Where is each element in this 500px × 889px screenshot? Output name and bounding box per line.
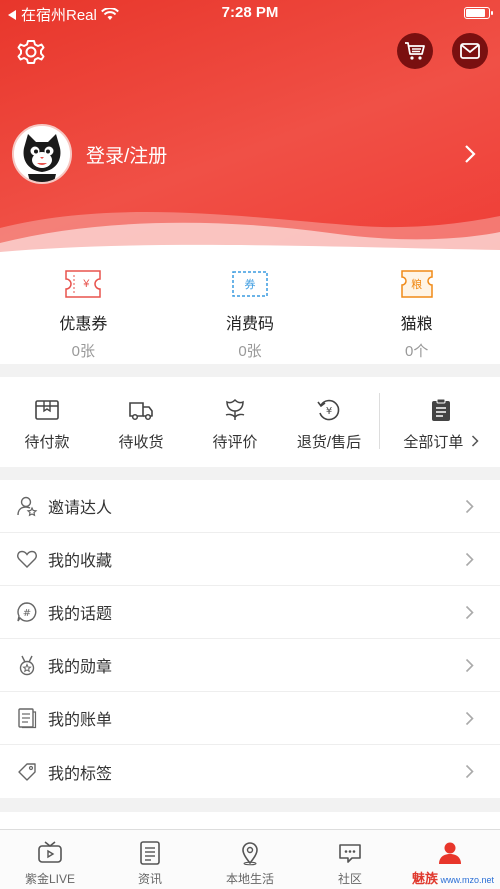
menu-list: 邀请达人 我的收藏 # 我的话题 我的勋章 我的账单 我的标签 bbox=[0, 480, 500, 798]
coupon-icon: ¥ bbox=[65, 270, 102, 298]
menu-label: 我的账单 bbox=[48, 712, 113, 729]
message-button[interactable] bbox=[452, 33, 488, 69]
menu-topics[interactable]: # 我的话题 bbox=[0, 586, 500, 639]
tab-label: 资讯 bbox=[137, 872, 162, 886]
tab-bar: 紫金LIVE 资讯 本地生活 社区 魅族 www.mzo.net bbox=[0, 829, 500, 889]
code-count: 0张 bbox=[238, 343, 262, 360]
all-orders-link[interactable]: 全部订单 bbox=[382, 377, 500, 452]
tab-news[interactable]: 资讯 bbox=[100, 830, 200, 889]
truck-icon bbox=[129, 402, 153, 421]
tab-label: 本地生活 bbox=[225, 872, 274, 886]
menu-favorites[interactable]: 我的收藏 bbox=[0, 533, 500, 586]
cat-food-icon-text: 粮 bbox=[411, 279, 423, 291]
invite-icon bbox=[17, 496, 38, 517]
flower-icon bbox=[225, 398, 245, 420]
heart-icon bbox=[17, 550, 37, 568]
tv-icon bbox=[38, 841, 62, 863]
cat-food-item[interactable]: 粮 猫粮 0个 bbox=[333, 258, 500, 364]
watermark-brand: 魅族 bbox=[411, 871, 438, 886]
login-row[interactable]: 登录/注册 bbox=[12, 124, 488, 184]
location-icon bbox=[242, 842, 258, 866]
menu-label: 我的话题 bbox=[48, 606, 113, 623]
menu-tags[interactable]: 我的标签 bbox=[0, 745, 500, 798]
medal-icon bbox=[19, 655, 35, 676]
news-icon bbox=[140, 841, 160, 865]
user-icon bbox=[439, 842, 461, 864]
coupon-label: 优惠券 bbox=[59, 316, 108, 333]
topic-icon: # bbox=[17, 602, 37, 622]
cart-icon bbox=[405, 42, 425, 60]
menu-label: 邀请达人 bbox=[48, 500, 113, 517]
menu-label: 我的标签 bbox=[48, 765, 113, 783]
order-shortcuts: 待付款 待收货 待评价 ¥ 退货/售后 全部订单 bbox=[0, 377, 500, 467]
chevron-right-icon bbox=[465, 499, 474, 514]
chevron-right-icon bbox=[465, 552, 474, 567]
order-label-all: 全部订单 bbox=[403, 431, 479, 452]
settings-gear-icon[interactable] bbox=[16, 37, 46, 67]
status-bar: 在宿州Real 7:28 PM bbox=[0, 0, 500, 26]
tag-icon bbox=[18, 762, 36, 781]
cart-button[interactable] bbox=[397, 33, 433, 69]
cat-food-icon: 粮 bbox=[399, 270, 435, 298]
order-pending-payment[interactable]: 待付款 bbox=[0, 377, 94, 467]
chevron-right-icon bbox=[465, 145, 476, 163]
menu-bills[interactable]: 我的账单 bbox=[0, 692, 500, 745]
menu-label: 我的勋章 bbox=[48, 659, 113, 676]
cat-food-count: 0个 bbox=[405, 343, 429, 360]
chevron-right-icon bbox=[465, 711, 474, 726]
menu-label: 我的收藏 bbox=[48, 553, 113, 570]
order-refund[interactable]: ¥ 退货/售后 bbox=[282, 377, 376, 467]
coupon-count: 0张 bbox=[71, 343, 95, 360]
watermark-site: www.mzo.net bbox=[440, 875, 494, 885]
svg-text:¥: ¥ bbox=[326, 406, 332, 417]
code-label: 消费码 bbox=[226, 316, 275, 333]
divider bbox=[379, 393, 380, 449]
chevron-right-icon bbox=[465, 605, 474, 620]
svg-text:#: # bbox=[23, 608, 31, 619]
coupon-item[interactable]: ¥ 优惠券 0张 bbox=[0, 258, 167, 364]
tab-label: 社区 bbox=[337, 872, 362, 886]
order-label: 待收货 bbox=[118, 434, 164, 451]
chevron-right-icon bbox=[471, 435, 479, 447]
chat-icon bbox=[339, 844, 361, 863]
cat-avatar-icon bbox=[14, 126, 70, 182]
code-icon-text: 券 bbox=[244, 279, 256, 291]
code-item[interactable]: 券 消费码 0张 bbox=[167, 258, 334, 364]
menu-invite[interactable]: 邀请达人 bbox=[0, 480, 500, 533]
code-icon: 券 bbox=[232, 270, 268, 298]
clipboard-icon bbox=[432, 398, 450, 421]
cat-food-label: 猫粮 bbox=[400, 316, 433, 333]
order-label: 待付款 bbox=[24, 434, 70, 451]
refund-icon: ¥ bbox=[317, 399, 340, 421]
order-label: 待评价 bbox=[212, 434, 258, 451]
mail-icon bbox=[460, 43, 480, 59]
tab-community[interactable]: 社区 bbox=[300, 830, 400, 889]
avatar[interactable] bbox=[12, 124, 72, 184]
chevron-right-icon bbox=[465, 658, 474, 673]
tab-local-life[interactable]: 本地生活 bbox=[200, 830, 300, 889]
coupon-icon-text: ¥ bbox=[83, 278, 90, 290]
order-pending-review[interactable]: 待评价 bbox=[188, 377, 282, 467]
login-register-label[interactable]: 登录/注册 bbox=[86, 141, 167, 168]
header-wave bbox=[0, 212, 500, 258]
wallet-summary: ¥ 优惠券 0张 券 消费码 0张 粮 猫粮 0个 bbox=[0, 258, 500, 364]
chevron-right-icon bbox=[465, 764, 474, 779]
battery-icon bbox=[464, 7, 493, 19]
wallet-icon bbox=[35, 400, 59, 420]
all-orders-label: 全部订单 bbox=[403, 434, 464, 451]
order-pending-receipt[interactable]: 待收货 bbox=[94, 377, 188, 467]
order-label: 退货/售后 bbox=[296, 434, 362, 451]
clock: 7:28 PM bbox=[221, 4, 279, 21]
menu-medals[interactable]: 我的勋章 bbox=[0, 639, 500, 692]
tab-live[interactable]: 紫金LIVE bbox=[0, 830, 100, 889]
tab-label: 紫金LIVE bbox=[24, 872, 76, 886]
watermark: 魅族 www.mzo.net bbox=[412, 868, 494, 887]
bill-icon bbox=[18, 708, 37, 729]
profile-header: 在宿州Real 7:28 PM 登录/注册 bbox=[0, 0, 500, 258]
